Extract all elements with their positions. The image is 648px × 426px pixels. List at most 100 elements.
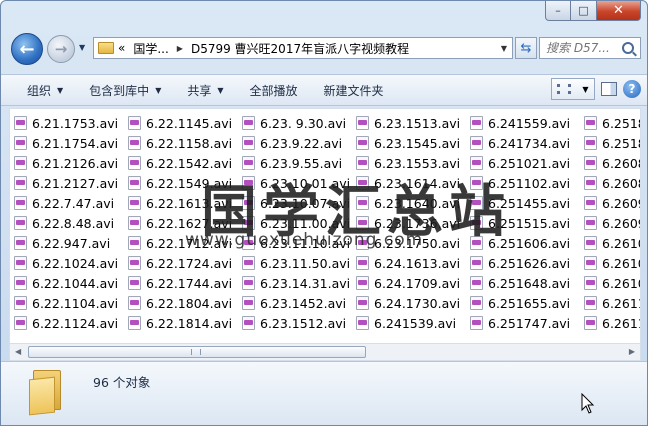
avi-file-icon	[470, 136, 483, 150]
file-item[interactable]: 6.251655.avi	[470, 293, 584, 313]
preview-pane-icon[interactable]	[601, 82, 617, 96]
recent-pages-dropdown-icon[interactable]: ▼	[79, 43, 85, 52]
address-dropdown-icon[interactable]: ▼	[496, 44, 512, 53]
file-item[interactable]: 6.22.1724.avi	[128, 253, 242, 273]
file-item[interactable]: 6.21.1754.avi	[14, 133, 128, 153]
close-button[interactable]: ✕	[597, 1, 641, 21]
breadcrumb-current-folder[interactable]: D5799 曹兴旺2017年盲派八字视频教程	[187, 40, 413, 57]
breadcrumb-overflow[interactable]: «	[114, 41, 129, 55]
maximize-button[interactable]: □	[571, 1, 597, 21]
file-item[interactable]: 6.2610	[584, 253, 640, 273]
file-name: 6.22.1804.avi	[146, 295, 233, 311]
help-icon[interactable]: ?	[623, 80, 641, 98]
file-item[interactable]: 6.251747.avi	[470, 313, 584, 333]
avi-file-icon	[14, 316, 27, 330]
back-button[interactable]: ←	[11, 33, 43, 65]
breadcrumb-parent[interactable]: 国学...	[129, 40, 172, 57]
file-item[interactable]: 6.2611	[584, 293, 640, 313]
file-item[interactable]: 6.241734.avi	[470, 133, 584, 153]
avi-file-icon	[584, 116, 597, 130]
file-item[interactable]: 6.22.1744.avi	[128, 273, 242, 293]
file-item[interactable]: 6.23.1512.avi	[242, 313, 356, 333]
include-in-library-menu[interactable]: 包含到库中 ▼	[76, 78, 174, 102]
file-item[interactable]: 6.2611	[584, 313, 640, 333]
file-name: 6.21.2126.avi	[32, 155, 119, 171]
navigation-bar: ← → ▼ « 国学... ▶ D5799 曹兴旺2017年盲派八字视频教程 ▼…	[9, 31, 641, 67]
file-item[interactable]: 6.22.7.47.avi	[14, 193, 128, 213]
search-box[interactable]	[539, 37, 641, 59]
play-all-button[interactable]: 全部播放	[237, 78, 311, 102]
file-item[interactable]: 6.2608	[584, 173, 640, 193]
organize-menu[interactable]: 组织 ▼	[1, 78, 76, 102]
scroll-right-icon[interactable]: ▶	[629, 347, 635, 356]
file-item[interactable]: 6.2609	[584, 193, 640, 213]
file-name: 6.23. 9.30.avi	[260, 115, 347, 131]
file-name: 6.23.14.31.avi	[260, 275, 351, 291]
file-item[interactable]: 6.2610	[584, 233, 640, 253]
file-item[interactable]: 6.23.1452.avi	[242, 293, 356, 313]
file-item[interactable]: 6.23. 9.30.avi	[242, 113, 356, 133]
file-item[interactable]: 6.2609	[584, 213, 640, 233]
avi-file-icon	[128, 176, 141, 190]
file-item[interactable]: 6.21.2127.avi	[14, 173, 128, 193]
avi-file-icon	[470, 116, 483, 130]
file-item[interactable]: 6.23.11.50.avi	[242, 253, 356, 273]
avi-file-icon	[584, 276, 597, 290]
change-view-button[interactable]: ▼	[551, 78, 595, 100]
file-item[interactable]: 6.241539.avi	[356, 313, 470, 333]
file-item[interactable]: 6.2518	[584, 113, 640, 133]
file-item[interactable]: 6.21.2126.avi	[14, 153, 128, 173]
avi-file-icon	[242, 296, 255, 310]
breadcrumb-separator-icon[interactable]: ▶	[173, 44, 187, 53]
search-input[interactable]	[540, 41, 620, 55]
file-item[interactable]: 6.241559.avi	[470, 113, 584, 133]
avi-file-icon	[128, 296, 141, 310]
avi-file-icon	[242, 316, 255, 330]
file-item[interactable]: 6.22.1814.avi	[128, 313, 242, 333]
avi-file-icon	[584, 176, 597, 190]
file-item[interactable]: 6.251648.avi	[470, 273, 584, 293]
file-name: 6.2609	[602, 215, 640, 231]
file-name: 6.23.1545.avi	[374, 135, 461, 151]
file-name: 6.21.1754.avi	[32, 135, 119, 151]
file-item[interactable]: 6.2518	[584, 133, 640, 153]
avi-file-icon	[584, 236, 597, 250]
refresh-icon: ⇆	[520, 40, 532, 56]
search-icon[interactable]	[622, 42, 634, 54]
file-item[interactable]: 6.22.1044.avi	[14, 273, 128, 293]
file-item[interactable]: 6.23.1545.avi	[356, 133, 470, 153]
chevron-down-icon: ▼	[57, 85, 64, 95]
file-item[interactable]: 6.24.1709.avi	[356, 273, 470, 293]
file-item[interactable]: 6.2608	[584, 153, 640, 173]
organize-label: 组织	[27, 83, 52, 98]
file-item[interactable]: 6.22.1104.avi	[14, 293, 128, 313]
scroll-left-icon[interactable]: ◀	[15, 347, 21, 356]
forward-button[interactable]: →	[47, 35, 75, 63]
file-item[interactable]: 6.23.1513.avi	[356, 113, 470, 133]
horizontal-scrollbar[interactable]: ◀ ▶	[9, 344, 641, 361]
file-item[interactable]: 6.21.1753.avi	[14, 113, 128, 133]
file-item[interactable]: 6.23.9.22.avi	[242, 133, 356, 153]
file-item[interactable]: 6.22.1124.avi	[14, 313, 128, 333]
scrollbar-thumb[interactable]	[28, 346, 366, 358]
details-pane: 96 个对象	[1, 361, 647, 425]
file-item[interactable]: 6.23.14.31.avi	[242, 273, 356, 293]
minimize-button[interactable]: –	[545, 1, 571, 21]
share-menu[interactable]: 共享 ▼	[174, 78, 236, 102]
file-item[interactable]: 6.22.1024.avi	[14, 253, 128, 273]
file-item[interactable]: 6.2610	[584, 273, 640, 293]
refresh-button[interactable]: ⇆	[515, 37, 537, 59]
file-item[interactable]: 6.251626.avi	[470, 253, 584, 273]
file-item[interactable]: 6.22.1145.avi	[128, 113, 242, 133]
file-item[interactable]: 6.22.1804.avi	[128, 293, 242, 313]
file-item[interactable]: 6.24.1613.avi	[356, 253, 470, 273]
file-name: 6.2611	[602, 295, 640, 311]
file-item[interactable]: 6.22.1158.avi	[128, 133, 242, 153]
address-bar[interactable]: « 国学... ▶ D5799 曹兴旺2017年盲派八字视频教程 ▼	[93, 37, 513, 59]
new-folder-button[interactable]: 新建文件夹	[311, 78, 397, 102]
file-name: 6.2610	[602, 255, 640, 271]
file-item[interactable]: 6.24.1730.avi	[356, 293, 470, 313]
file-item[interactable]: 6.22.8.48.avi	[14, 213, 128, 233]
file-item[interactable]: 6.22.947.avi	[14, 233, 128, 253]
avi-file-icon	[356, 296, 369, 310]
